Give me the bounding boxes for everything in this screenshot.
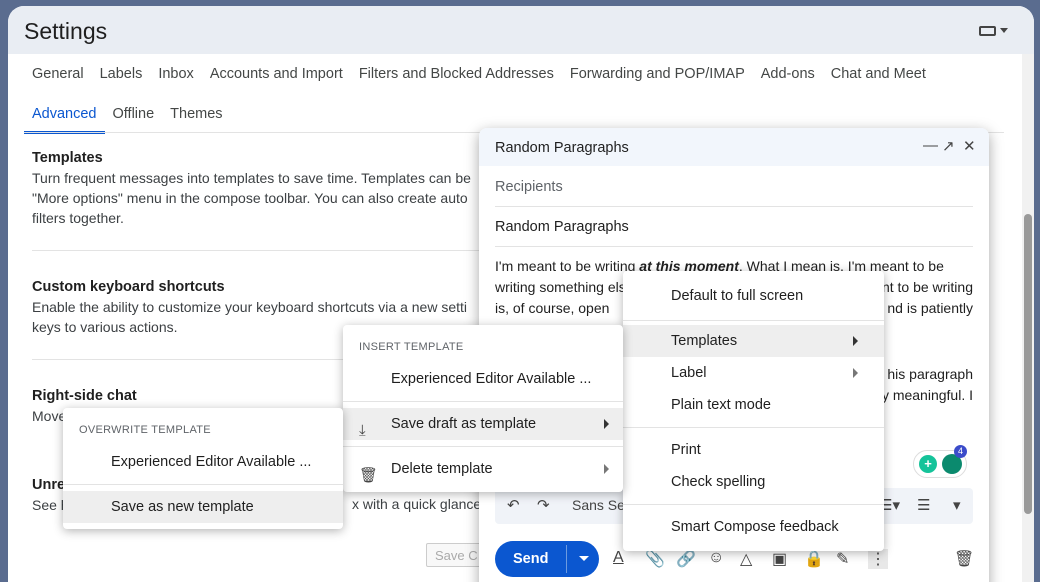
photo-icon[interactable]: ▣ xyxy=(772,549,787,569)
tab-forwarding-pop-imap[interactable]: Forwarding and POP/IMAP xyxy=(570,66,745,82)
save-draft-as-template-item[interactable]: ⤓ Save draft as template xyxy=(343,408,623,440)
save-template-icon: ⤓ xyxy=(359,422,366,439)
more-options-icon[interactable]: ⋮ xyxy=(868,549,888,569)
compose-header[interactable]: Random Paragraphs — ↗ ✕ xyxy=(479,128,989,166)
link-icon[interactable]: 🔗 xyxy=(676,549,696,569)
section-text: "More options" menu in the compose toolb… xyxy=(32,190,468,206)
page-title: Settings xyxy=(24,18,108,44)
numbered-list-icon[interactable]: ☰ xyxy=(917,496,930,514)
section-title: Custom keyboard shortcuts xyxy=(32,279,225,295)
grammarly-plus-icon[interactable]: + xyxy=(919,455,937,473)
tab-labels[interactable]: Labels xyxy=(100,66,143,82)
keyboard-dropdown-icon[interactable] xyxy=(1000,28,1008,33)
menu-item-label: Save draft as template xyxy=(391,416,537,432)
submenu-arrow-icon xyxy=(604,464,609,474)
grammarly-widget[interactable]: + 4 xyxy=(913,445,967,478)
minimize-icon[interactable]: — xyxy=(923,137,938,154)
menu-item-label: Templates xyxy=(671,333,738,349)
undo-icon[interactable]: ↶ xyxy=(507,496,520,514)
menu-divider xyxy=(623,427,884,428)
more-formatting-icon[interactable]: ▾ xyxy=(953,496,961,514)
templates-submenu: INSERT TEMPLATE Experienced Editor Avail… xyxy=(343,325,623,492)
send-label: Send xyxy=(513,551,549,567)
redo-icon[interactable]: ↷ xyxy=(537,496,550,514)
compose-title: Random Paragraphs xyxy=(495,140,629,156)
menu-item-label: Delete template xyxy=(391,461,493,477)
menu-item-default-full-screen[interactable]: Default to full screen xyxy=(623,280,884,312)
menu-item-print[interactable]: Print xyxy=(623,434,884,466)
menu-divider xyxy=(623,504,884,505)
keyboard-icon[interactable] xyxy=(979,26,996,36)
grammarly-badge: 4 xyxy=(954,445,967,458)
menu-divider xyxy=(623,320,884,321)
insert-template-item[interactable]: Experienced Editor Available ... xyxy=(343,363,623,395)
tab-advanced[interactable]: Advanced xyxy=(24,106,105,134)
trash-icon: 🗑 xyxy=(359,467,379,484)
emoji-icon[interactable]: ☺ xyxy=(708,549,724,567)
fullscreen-icon[interactable]: ↗ xyxy=(942,137,955,155)
font-selector[interactable]: Sans Se xyxy=(572,497,625,513)
settings-tabs-row-1: General Labels Inbox Accounts and Import… xyxy=(32,66,926,82)
menu-item-templates[interactable]: Templates xyxy=(623,325,884,357)
subject-field[interactable]: Random Paragraphs xyxy=(495,207,973,247)
menu-item-label: Label xyxy=(671,365,707,381)
section-text: filters together. xyxy=(32,210,124,226)
drive-icon[interactable]: △ xyxy=(740,549,752,569)
menu-divider xyxy=(343,401,623,402)
menu-divider xyxy=(63,484,343,485)
scrollbar[interactable] xyxy=(1022,54,1034,582)
signature-icon[interactable]: ✎ xyxy=(836,549,849,569)
menu-divider xyxy=(343,446,623,447)
overwrite-template-submenu: OVERWRITE TEMPLATE Experienced Editor Av… xyxy=(63,408,343,529)
close-icon[interactable]: ✕ xyxy=(963,137,976,155)
delete-template-item[interactable]: 🗑 Delete template xyxy=(343,453,623,485)
confidential-icon[interactable]: 🔒 xyxy=(804,549,824,569)
save-as-new-template-item[interactable]: Save as new template xyxy=(63,491,343,523)
submenu-arrow-icon xyxy=(853,368,858,378)
discard-draft-icon[interactable]: 🗑 xyxy=(954,549,974,569)
section-text: Enable the ability to customize your key… xyxy=(32,299,467,315)
tab-accounts-import[interactable]: Accounts and Import xyxy=(210,66,343,82)
text-format-icon[interactable]: A xyxy=(613,549,624,567)
tab-chat-meet[interactable]: Chat and Meet xyxy=(831,66,926,82)
tab-filters-blocked[interactable]: Filters and Blocked Addresses xyxy=(359,66,554,82)
submenu-arrow-icon xyxy=(853,336,858,346)
overwrite-template-item[interactable]: Experienced Editor Available ... xyxy=(63,446,343,478)
section-text-continued: x with a quick glance xyxy=(352,496,482,512)
menu-item-check-spelling[interactable]: Check spelling xyxy=(623,466,884,498)
send-options-icon[interactable] xyxy=(579,556,589,561)
tab-general[interactable]: General xyxy=(32,66,84,82)
tab-offline[interactable]: Offline xyxy=(105,106,163,134)
send-button[interactable]: Send xyxy=(495,541,599,577)
tab-themes[interactable]: Themes xyxy=(162,106,230,134)
insert-template-header: INSERT TEMPLATE xyxy=(359,341,464,353)
settings-tabs-row-2: Advanced Offline Themes xyxy=(24,106,231,134)
section-templates: Templates Turn frequent messages into te… xyxy=(32,148,502,228)
tab-inbox[interactable]: Inbox xyxy=(158,66,193,82)
menu-item-smart-compose-feedback[interactable]: Smart Compose feedback xyxy=(623,511,884,543)
scrollbar-thumb[interactable] xyxy=(1024,214,1032,514)
recipients-field[interactable]: Recipients xyxy=(495,167,973,207)
more-options-menu: Default to full screen Templates Label P… xyxy=(623,271,884,551)
tab-add-ons[interactable]: Add-ons xyxy=(761,66,815,82)
submenu-arrow-icon xyxy=(604,419,609,429)
send-separator xyxy=(566,545,567,573)
section-text: Turn frequent messages into templates to… xyxy=(32,170,471,186)
section-title: Templates xyxy=(32,150,103,166)
section-divider xyxy=(32,250,482,251)
menu-item-label-submenu[interactable]: Label xyxy=(623,357,884,389)
overwrite-template-header: OVERWRITE TEMPLATE xyxy=(79,424,211,436)
menu-item-plain-text-mode[interactable]: Plain text mode xyxy=(623,389,884,421)
settings-header: Settings xyxy=(8,6,1034,54)
attach-icon[interactable]: 📎 xyxy=(645,549,665,569)
